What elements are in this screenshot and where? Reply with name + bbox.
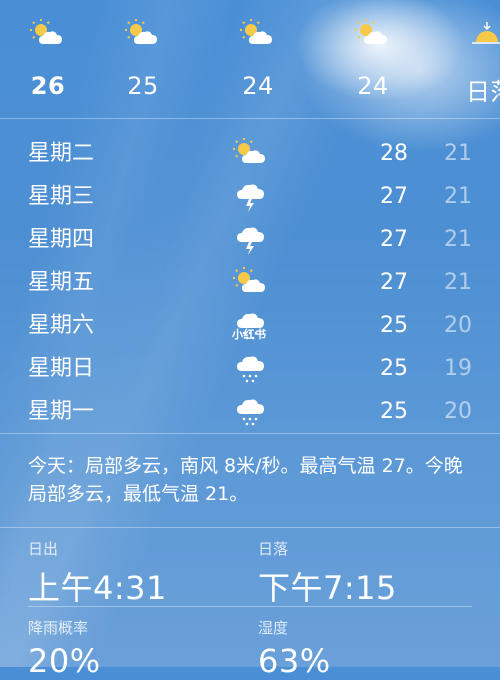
day-high-temp: 25 bbox=[380, 313, 408, 338]
day-low-temp: 21 bbox=[444, 227, 472, 252]
hour-temp: 26 bbox=[30, 72, 66, 100]
day-low-temp: 21 bbox=[444, 270, 472, 295]
partly-cloudy-icon bbox=[333, 14, 413, 52]
day-low-temp: 19 bbox=[444, 356, 472, 381]
watermark-logo: 小红书 bbox=[232, 328, 267, 341]
thunderstorm-icon bbox=[232, 179, 270, 215]
partly-cloudy-icon bbox=[218, 14, 298, 52]
rain-cloud-icon bbox=[232, 351, 270, 387]
day-high-temp: 27 bbox=[380, 227, 408, 252]
humidity-detail: 湿度 63% bbox=[258, 617, 331, 680]
day-name: 星期六 bbox=[28, 313, 95, 338]
hour-item: 26 bbox=[8, 14, 88, 100]
day-high-temp: 27 bbox=[380, 184, 408, 209]
partly-cloudy-icon bbox=[103, 14, 183, 52]
humidity-label: 湿度 bbox=[258, 619, 289, 637]
section-divider bbox=[0, 433, 500, 434]
daily-row: 星期二 28 21 bbox=[0, 132, 500, 175]
hour-item: 日落 bbox=[448, 14, 500, 107]
section-divider bbox=[28, 606, 472, 607]
section-divider bbox=[0, 527, 500, 528]
day-name: 星期五 bbox=[28, 270, 95, 295]
today-summary: 今天：局部多云，南风 8米/秒。最高气温 27。今晚局部多云，最低气温 21。 bbox=[28, 455, 463, 505]
partly-cloudy-icon bbox=[232, 265, 270, 301]
rain-chance-value: 20% bbox=[28, 642, 101, 680]
sunrise-detail: 日出 上午4:31 bbox=[28, 538, 167, 609]
day-high-temp: 27 bbox=[380, 270, 408, 295]
day-name: 星期日 bbox=[28, 356, 95, 381]
day-name: 星期二 bbox=[28, 141, 95, 166]
rain-cloud-icon bbox=[232, 394, 270, 428]
day-name: 星期三 bbox=[28, 184, 95, 209]
daily-row: 星期四 27 21 bbox=[0, 218, 500, 261]
humidity-value: 63% bbox=[258, 642, 331, 680]
sunset-icon bbox=[448, 14, 500, 52]
sunrise-value: 上午4:31 bbox=[28, 569, 167, 607]
thunderstorm-icon bbox=[232, 222, 270, 258]
hour-item: 24 bbox=[218, 14, 298, 100]
day-name: 星期一 bbox=[28, 399, 95, 424]
hour-temp: 25 bbox=[127, 72, 159, 100]
sunset-label: 日落 bbox=[258, 540, 289, 558]
sunset-detail: 日落 下午7:15 bbox=[258, 538, 397, 609]
day-low-temp: 20 bbox=[444, 313, 472, 338]
daily-row: 星期一 25 20 bbox=[0, 390, 500, 428]
hour-temp: 24 bbox=[242, 72, 274, 100]
hour-item: 24 bbox=[333, 14, 413, 100]
daily-row: 星期三 27 21 bbox=[0, 175, 500, 218]
sunset-value: 下午7:15 bbox=[258, 569, 397, 607]
day-low-temp: 20 bbox=[444, 399, 472, 424]
hour-temp: 日落 bbox=[466, 78, 500, 106]
rain-chance-detail: 降雨概率 20% bbox=[28, 617, 101, 680]
day-high-temp: 25 bbox=[380, 399, 408, 424]
sunrise-label: 日出 bbox=[28, 540, 59, 558]
day-high-temp: 25 bbox=[380, 356, 408, 381]
partly-cloudy-icon bbox=[232, 136, 270, 172]
rain-chance-label: 降雨概率 bbox=[28, 619, 89, 637]
day-low-temp: 21 bbox=[444, 141, 472, 166]
day-low-temp: 21 bbox=[444, 184, 472, 209]
day-name: 星期四 bbox=[28, 227, 95, 252]
daily-row: 星期日 25 19 bbox=[0, 347, 500, 390]
hourly-forecast[interactable]: 26 25 24 24 日落 bbox=[0, 0, 500, 120]
partly-cloudy-icon bbox=[8, 14, 88, 52]
hour-item: 25 bbox=[103, 14, 183, 100]
day-high-temp: 28 bbox=[380, 141, 408, 166]
hour-temp: 24 bbox=[357, 72, 389, 100]
daily-row: 星期五 27 21 bbox=[0, 261, 500, 304]
daily-forecast[interactable]: 星期二 28 21 星期三 27 21 星期四 27 21 星期五 27 21 … bbox=[0, 118, 500, 428]
